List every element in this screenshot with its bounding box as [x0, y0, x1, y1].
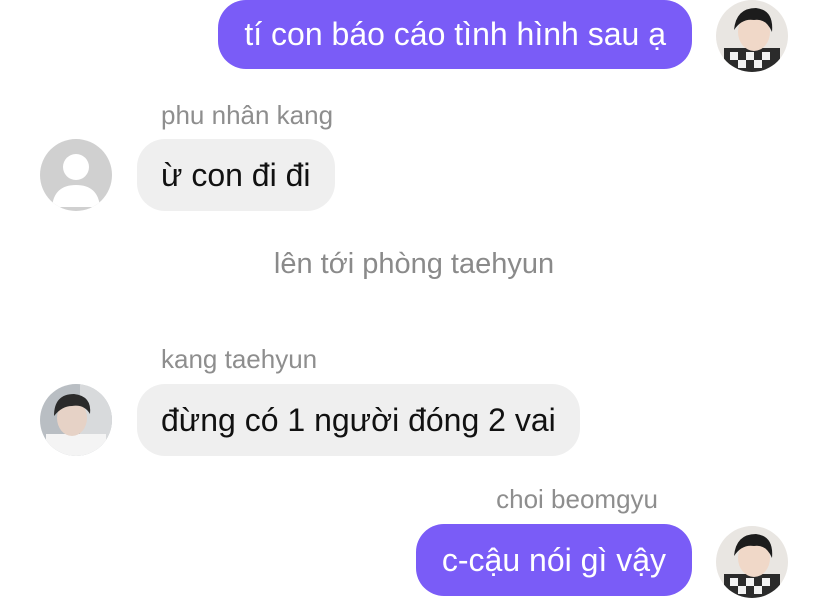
avatar-beomgyu[interactable] [716, 0, 788, 72]
message-text: c-cậu nói gì vậy [441, 542, 666, 578]
chat-thread: tí con báo cáo tình hình sau ạ phu nhân … [0, 0, 828, 616]
person-silhouette-icon [40, 139, 112, 211]
message-text: đừng có 1 người đóng 2 vai [161, 402, 556, 438]
system-message: lên tới phòng taehyun [273, 248, 555, 280]
avatar-default[interactable] [40, 139, 112, 211]
avatar-beomgyu[interactable] [716, 526, 788, 598]
message-text: ừ con đi đi [161, 157, 311, 193]
avatar-taehyun[interactable] [40, 384, 112, 456]
user-photo-icon [716, 0, 788, 72]
outgoing-message-bubble[interactable]: c-cậu nói gì vậy [415, 524, 692, 596]
user-photo-icon [40, 384, 112, 456]
sender-name: kang taehyun [161, 344, 318, 374]
message-text: tí con báo cáo tình hình sau ạ [244, 16, 666, 52]
user-photo-icon [716, 526, 788, 598]
outgoing-message-bubble[interactable]: tí con báo cáo tình hình sau ạ [218, 0, 692, 69]
sender-name: choi beomgyu [496, 484, 658, 514]
incoming-message-bubble[interactable]: đừng có 1 người đóng 2 vai [137, 384, 580, 456]
sender-name: phu nhân kang [161, 100, 334, 130]
incoming-message-bubble[interactable]: ừ con đi đi [137, 139, 335, 211]
